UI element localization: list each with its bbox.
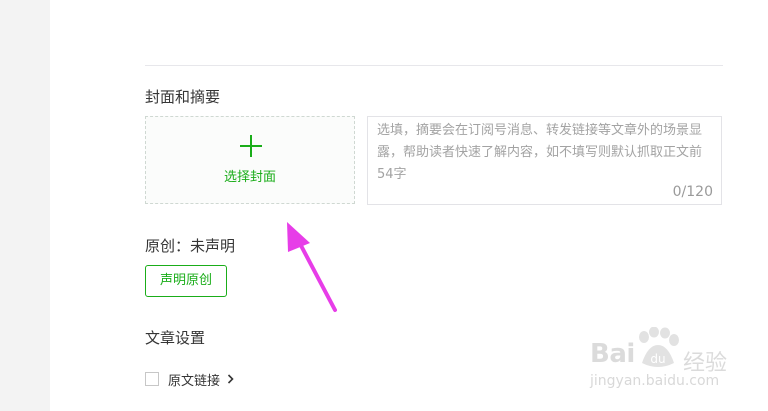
left-rail xyxy=(0,0,50,411)
cover-abstract-title: 封面和摘要 xyxy=(145,88,221,106)
watermark-paw-text: du xyxy=(650,352,665,366)
abstract-char-counter: 0/120 xyxy=(672,184,713,200)
article-settings-title: 文章设置 xyxy=(145,329,206,347)
section-divider xyxy=(145,65,723,66)
original-link-checkbox[interactable] xyxy=(145,372,159,386)
watermark-url: jingyan.baidu.com xyxy=(590,373,720,389)
baidu-jingyan-watermark: Bai du 经验 jingyan.baidu.com xyxy=(588,325,738,395)
select-cover-button[interactable]: 选择封面 xyxy=(145,116,355,204)
original-status-label: 原创：未声明 xyxy=(145,237,236,255)
declare-original-button[interactable]: 声明原创 xyxy=(145,265,227,297)
abstract-field-container: 0/120 xyxy=(367,116,722,205)
watermark-brand-text: Bai xyxy=(590,339,635,369)
original-link-option[interactable]: 原文链接 xyxy=(145,370,234,389)
annotation-arrow-icon xyxy=(287,222,337,312)
original-link-label: 原文链接 xyxy=(168,373,221,389)
baidu-paw-icon: du xyxy=(639,327,679,367)
select-cover-label: 选择封面 xyxy=(223,170,276,185)
abstract-input[interactable] xyxy=(377,120,717,186)
plus-icon xyxy=(240,135,262,157)
chevron-right-icon[interactable] xyxy=(227,374,234,384)
